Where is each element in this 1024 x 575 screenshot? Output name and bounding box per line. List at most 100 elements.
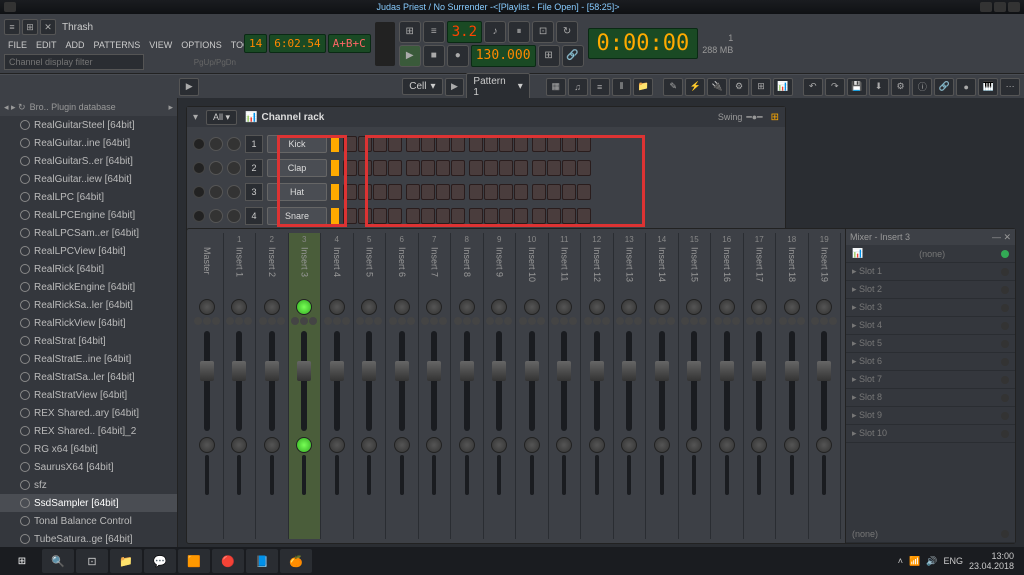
slot-bottom-none[interactable]: (none) (846, 525, 1015, 543)
fader[interactable] (496, 331, 502, 431)
fader[interactable] (821, 331, 827, 431)
link-button[interactable]: 🔗 (562, 45, 584, 67)
tool-5-icon[interactable]: ⊞ (751, 78, 771, 96)
menu-edit[interactable]: EDIT (32, 38, 61, 52)
mixer-icon[interactable]: ⫴ (612, 78, 632, 96)
minimize-icon[interactable] (980, 2, 992, 12)
song-mode-button[interactable]: ≡ (423, 21, 445, 43)
step-cell[interactable] (532, 208, 546, 224)
channel-filter-dropdown[interactable]: All ▾ (206, 110, 237, 125)
step-cell[interactable] (343, 208, 357, 224)
fader[interactable] (431, 331, 437, 431)
tempo-display[interactable]: 130.000 (471, 45, 536, 67)
fl-icon[interactable]: 🍊 (280, 549, 312, 573)
step-cell[interactable] (373, 208, 387, 224)
step-cell[interactable] (343, 184, 357, 200)
fx-slot[interactable]: ▸ Slot 3 (846, 299, 1015, 317)
start-button[interactable]: ⊞ (4, 547, 40, 575)
metronome-button[interactable]: ♪ (484, 21, 506, 43)
slot-led[interactable] (1001, 340, 1009, 348)
step-cell[interactable] (406, 184, 420, 200)
channel-number[interactable]: 2 (245, 159, 263, 177)
step-cell[interactable] (436, 136, 450, 152)
step-cell[interactable] (421, 160, 435, 176)
browser-item[interactable]: SsdSampler [64bit] (0, 494, 177, 512)
tray-date[interactable]: 23.04.2018 (969, 561, 1014, 571)
info-icon[interactable]: ⓘ (912, 78, 932, 96)
channel-rack-header[interactable]: ▾ All ▾ 📊 Channel rack Swing ━●━ ⊞ (187, 107, 785, 127)
channel-led[interactable] (193, 186, 205, 198)
browser-item[interactable]: RealGuitar..iew [64bit] (0, 170, 177, 188)
maximize-icon[interactable] (994, 2, 1006, 12)
step-cell[interactable] (514, 136, 528, 152)
mixer-track[interactable]: 11Insert 11 (549, 233, 582, 539)
countdown-button[interactable]: ⊡ (532, 21, 554, 43)
step-cell[interactable] (373, 160, 387, 176)
channel-name-button[interactable]: Kick (267, 135, 327, 153)
step-cell[interactable] (577, 184, 591, 200)
fader[interactable] (399, 331, 405, 431)
fx-slot[interactable]: ▸ Slot 7 (846, 371, 1015, 389)
browser-item[interactable]: RealRickEngine [64bit] (0, 278, 177, 296)
pan-knob[interactable] (719, 299, 735, 315)
mixer-min-icon[interactable]: — ✕ (992, 232, 1011, 243)
step-cell[interactable] (562, 184, 576, 200)
mixer-track[interactable]: 12Insert 12 (581, 233, 614, 539)
pan-knob[interactable] (426, 299, 442, 315)
browser-item[interactable]: Tonal Balance Control (0, 512, 177, 530)
tool-4-icon[interactable]: ⚙ (729, 78, 749, 96)
pan-knob[interactable] (816, 299, 832, 315)
step-cell[interactable] (499, 208, 513, 224)
mixer-track[interactable]: 8Insert 8 (451, 233, 484, 539)
word-icon[interactable]: 📘 (246, 549, 278, 573)
record2-icon[interactable]: ● (956, 78, 976, 96)
undo-icon[interactable]: ↶ (803, 78, 823, 96)
lcd-time[interactable]: 6:02.54 (269, 34, 325, 53)
mixer-track[interactable]: 3Insert 3 (289, 233, 322, 539)
send-knob[interactable] (751, 437, 767, 453)
mixer-track[interactable]: 6Insert 6 (386, 233, 419, 539)
menu-add[interactable]: ADD (62, 38, 89, 52)
mixer-track[interactable]: 2Insert 2 (256, 233, 289, 539)
step-cell[interactable] (436, 160, 450, 176)
piano-roll-icon[interactable]: ♫ (568, 78, 588, 96)
step-cell[interactable] (514, 160, 528, 176)
tool-1-icon[interactable]: ✎ (663, 78, 683, 96)
step-cell[interactable] (577, 208, 591, 224)
stop-button[interactable]: ■ (423, 45, 445, 67)
channel-number[interactable]: 4 (245, 207, 263, 225)
step-cell[interactable] (484, 136, 498, 152)
channel-name-button[interactable]: Snare (267, 207, 327, 225)
misc-icon[interactable]: ⋯ (1000, 78, 1020, 96)
step-cell[interactable] (451, 208, 465, 224)
fader[interactable] (594, 331, 600, 431)
step-cell[interactable] (451, 184, 465, 200)
browser-list[interactable]: RealGuitarSteel [64bit]RealGuitar..ine [… (0, 116, 177, 548)
step-cell[interactable] (547, 184, 561, 200)
menu-patterns[interactable]: PATTERNS (90, 38, 145, 52)
channel-pan-knob[interactable] (209, 161, 223, 175)
slot-led[interactable] (1001, 268, 1009, 276)
channel-led[interactable] (193, 210, 205, 222)
fader[interactable] (236, 331, 242, 431)
fader[interactable] (269, 331, 275, 431)
tool-3-icon[interactable]: 🔌 (707, 78, 727, 96)
step-cell[interactable] (373, 184, 387, 200)
settings-icon[interactable]: ⚙ (891, 78, 911, 96)
browser-item[interactable]: TubeSatura..ge [64bit] (0, 530, 177, 548)
browser-item[interactable]: REX Shared.. [64bit]_2 (0, 422, 177, 440)
browser-item[interactable]: RealLPCSam..er [64bit] (0, 224, 177, 242)
send-knob[interactable] (654, 437, 670, 453)
fader[interactable] (334, 331, 340, 431)
send-knob[interactable] (361, 437, 377, 453)
app-icon[interactable]: 🟧 (178, 549, 210, 573)
channel-vol-knob[interactable] (227, 161, 241, 175)
fx-slot[interactable]: ▸ Slot 5 (846, 335, 1015, 353)
step-cell[interactable] (469, 136, 483, 152)
mixer-track[interactable]: 19Insert 19 (809, 233, 842, 539)
browser-item[interactable]: RealGuitarSteel [64bit] (0, 116, 177, 134)
send-knob[interactable] (296, 437, 312, 453)
channel-pan-knob[interactable] (209, 209, 223, 223)
channel-led[interactable] (193, 138, 205, 150)
collapse-button[interactable]: ≡ (4, 19, 20, 35)
